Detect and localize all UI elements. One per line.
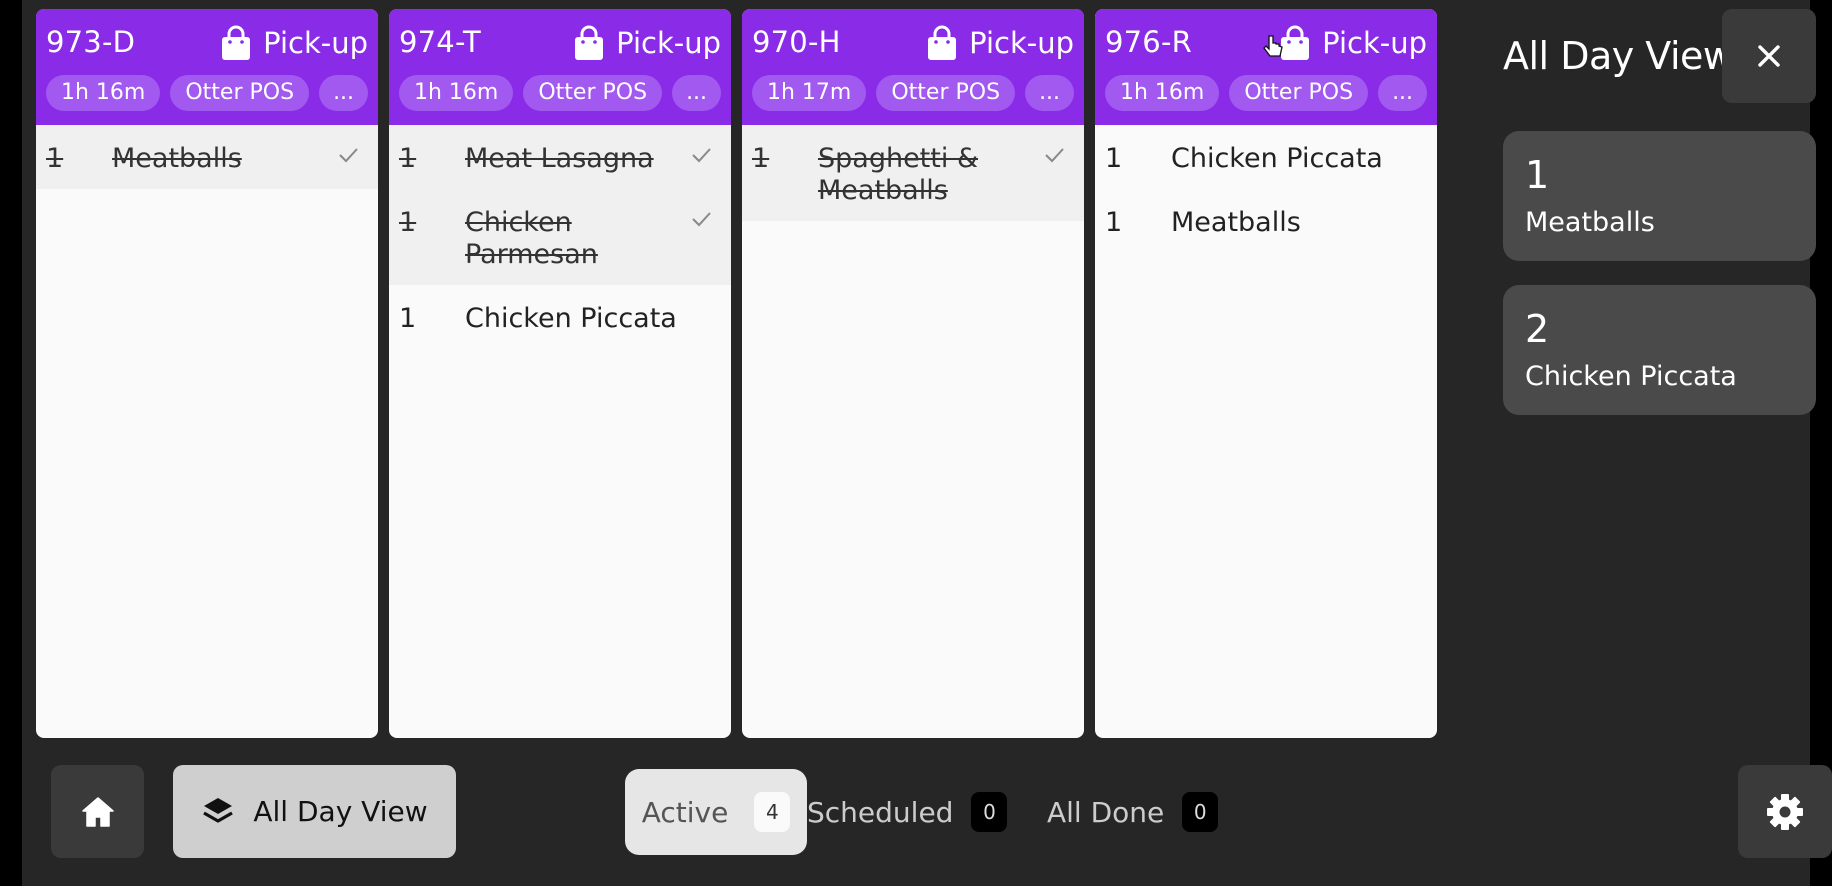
home-button[interactable] [51, 765, 144, 858]
tab-label: All Done [1047, 795, 1165, 829]
order-type-label: Pick-up [616, 26, 721, 60]
order-id: 970-H [752, 25, 841, 59]
order-id: 974-T [399, 25, 481, 59]
tab-active[interactable]: Active 4 [625, 769, 807, 855]
order-items-list: 1 Spaghetti & Meatballs [742, 125, 1084, 221]
order-item[interactable]: 1 Meatballs [36, 125, 378, 189]
tab-all-done[interactable]: All Done 0 [1047, 769, 1219, 855]
order-card[interactable]: 970-H Pick-up 1h 17m Otter POS ... 1 Spa… [742, 9, 1084, 738]
item-quantity: 1 [1105, 207, 1123, 238]
item-name: Meatballs [1171, 207, 1301, 238]
more-options-button[interactable]: ... [1025, 75, 1075, 111]
item-quantity: 1 [46, 143, 64, 174]
order-item[interactable]: 1 Chicken Parmesan [389, 189, 731, 285]
close-button[interactable] [1722, 9, 1816, 103]
order-item[interactable]: 1 Spaghetti & Meatballs [742, 125, 1084, 221]
all-day-view-button-label: All Day View [253, 795, 428, 828]
elapsed-time-chip: 1h 16m [46, 75, 161, 111]
order-source-chip: Otter POS [876, 75, 1016, 111]
shopping-bag-icon [222, 25, 251, 60]
check-icon [692, 212, 711, 227]
tab-scheduled[interactable]: Scheduled 0 [807, 769, 1008, 855]
shopping-bag-icon [928, 25, 957, 60]
order-source-chip: Otter POS [523, 75, 663, 111]
settings-button[interactable] [1738, 765, 1832, 858]
order-type-label: Pick-up [1322, 26, 1427, 60]
count-badge: 4 [754, 792, 791, 832]
more-options-button[interactable]: ... [672, 75, 722, 111]
order-source-chip: Otter POS [170, 75, 310, 111]
item-name: Chicken Piccata [1171, 143, 1383, 174]
order-card[interactable]: 973-D Pick-up 1h 16m Otter POS ... 1 Mea… [36, 9, 378, 738]
order-card[interactable]: 974-T Pick-up 1h 16m Otter POS ... 1 Mea… [389, 9, 731, 738]
shopping-bag-icon [575, 25, 604, 60]
elapsed-time-chip: 1h 16m [399, 75, 514, 111]
close-icon [1758, 45, 1780, 67]
kds-screen: 973-D Pick-up 1h 16m Otter POS ... 1 Mea… [22, 0, 1832, 886]
order-type-label: Pick-up [263, 26, 368, 60]
all-day-view-title: All Day View [1503, 34, 1734, 78]
order-id: 973-D [46, 25, 136, 59]
order-type-label: Pick-up [969, 26, 1074, 60]
item-quantity: 1 [399, 143, 417, 174]
order-item[interactable]: 1 Meat Lasagna [389, 125, 731, 189]
order-item[interactable]: 1 Chicken Piccata [389, 285, 731, 349]
hand-pointer-icon [1263, 35, 1283, 57]
tab-label: Active [641, 795, 729, 829]
summary-count: 1 [1525, 153, 1550, 197]
order-id: 976-R [1105, 25, 1192, 59]
check-icon [1045, 148, 1064, 163]
order-card-header[interactable]: 976-R Pick-up 1h 16m Otter POS ... [1095, 9, 1437, 125]
order-type: Pick-up [219, 25, 368, 61]
layers-icon [203, 797, 234, 823]
order-card-header[interactable]: 970-H Pick-up 1h 17m Otter POS ... [742, 9, 1084, 125]
all-day-summary-item[interactable]: 1 Meatballs [1503, 131, 1816, 261]
item-name: Meatballs [112, 143, 242, 174]
item-name: Chicken Parmesan [465, 207, 598, 270]
check-icon [339, 148, 358, 163]
item-name: Chicken Piccata [465, 303, 677, 334]
item-quantity: 1 [399, 303, 417, 334]
order-card-header[interactable]: 974-T Pick-up 1h 16m Otter POS ... [389, 9, 731, 125]
count-badge: 0 [971, 792, 1008, 832]
item-quantity: 1 [1105, 143, 1123, 174]
count-badge: 0 [1182, 792, 1219, 832]
all-day-summary-item[interactable]: 2 Chicken Piccata [1503, 285, 1816, 415]
order-card[interactable]: 976-R Pick-up 1h 16m Otter POS ... 1 Chi… [1095, 9, 1437, 738]
more-options-button[interactable]: ... [1378, 75, 1428, 111]
gear-icon [1767, 793, 1803, 830]
all-day-view-button[interactable]: All Day View [173, 765, 456, 858]
home-icon [81, 796, 114, 827]
summary-item-name: Chicken Piccata [1525, 361, 1737, 392]
elapsed-time-chip: 1h 17m [752, 75, 867, 111]
order-items-list: 1 Chicken Piccata 1 Meatballs [1095, 125, 1437, 253]
elapsed-time-chip: 1h 16m [1105, 75, 1220, 111]
check-icon [692, 148, 711, 163]
summary-count: 2 [1525, 307, 1550, 351]
order-type: Pick-up [925, 25, 1074, 61]
order-item[interactable]: 1 Meatballs [1095, 189, 1437, 253]
item-name: Meat Lasagna [465, 143, 654, 174]
more-options-button[interactable]: ... [319, 75, 369, 111]
order-items-list: 1 Meatballs [36, 125, 378, 189]
order-items-list: 1 Meat Lasagna 1 Chicken Parmesan 1 Chic… [389, 125, 731, 349]
order-source-chip: Otter POS [1229, 75, 1369, 111]
order-card-header[interactable]: 973-D Pick-up 1h 16m Otter POS ... [36, 9, 378, 125]
tab-label: Scheduled [807, 795, 954, 829]
order-type: Pick-up [1278, 25, 1427, 61]
summary-item-name: Meatballs [1525, 207, 1655, 238]
item-quantity: 1 [399, 207, 417, 238]
order-type: Pick-up [572, 25, 721, 61]
item-quantity: 1 [752, 143, 770, 174]
item-name: Spaghetti & Meatballs [818, 143, 978, 206]
order-item[interactable]: 1 Chicken Piccata [1095, 125, 1437, 189]
